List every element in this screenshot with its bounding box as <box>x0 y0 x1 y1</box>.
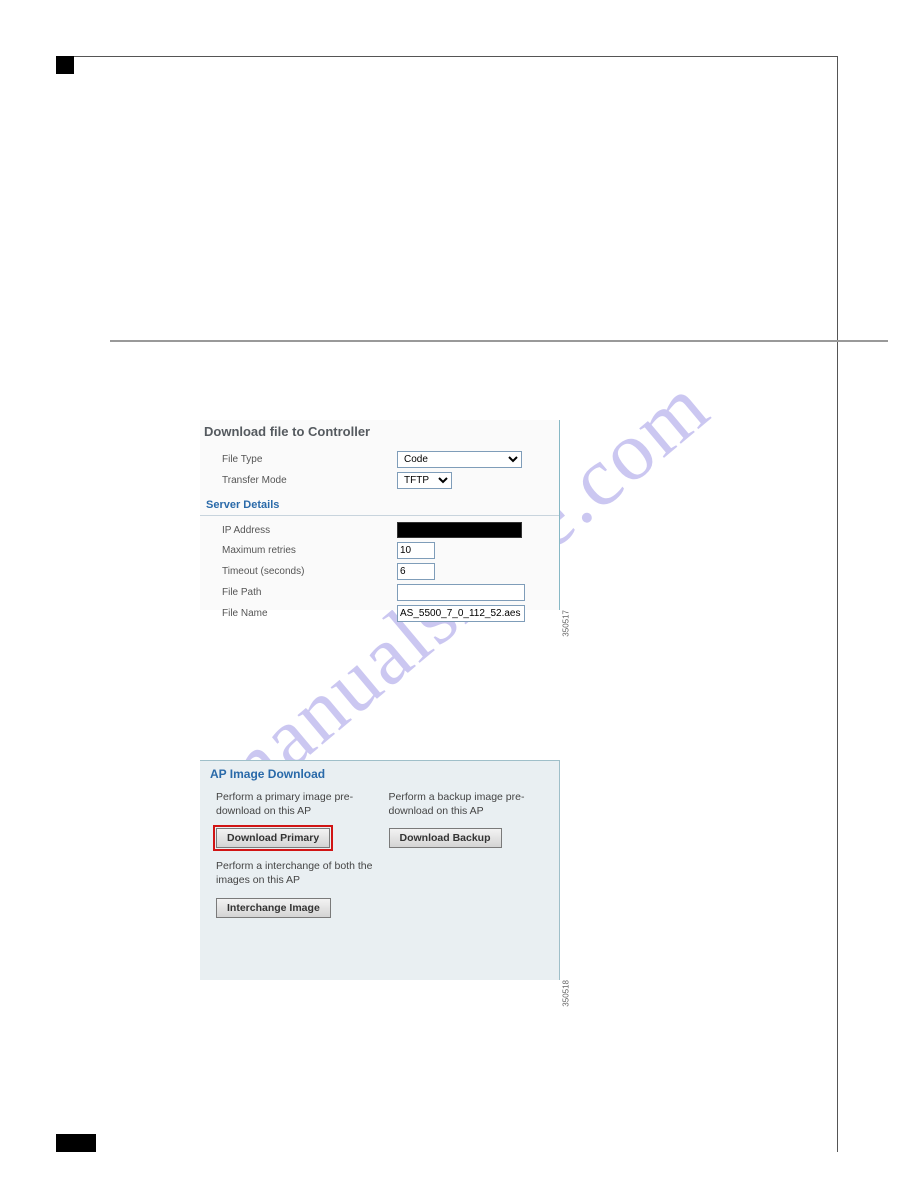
timeout-row: Timeout (seconds) <box>200 561 559 582</box>
file-type-label: File Type <box>222 454 397 465</box>
filepath-label: File Path <box>222 587 397 598</box>
file-type-select[interactable]: Code <box>397 451 522 468</box>
file-type-row: File Type Code <box>200 449 559 470</box>
backup-desc: Perform a backup image pre-download on t… <box>389 791 544 818</box>
ap-panel-title: AP Image Download <box>200 761 559 791</box>
primary-column: Perform a primary image pre-download on … <box>216 791 371 848</box>
interchange-desc: Perform a interchange of both the images… <box>216 860 399 887</box>
download-file-panel: Download file to Controller File Type Co… <box>200 420 560 610</box>
ap-image-download-panel: AP Image Download Perform a primary imag… <box>200 760 560 980</box>
filename-label: File Name <box>222 608 397 619</box>
section-divider <box>110 340 888 342</box>
retries-input[interactable] <box>397 542 435 559</box>
retries-row: Maximum retries <box>200 540 559 561</box>
retries-label: Maximum retries <box>222 545 397 556</box>
screenshot-id-2: 350518 <box>562 980 571 1007</box>
interchange-image-button[interactable]: Interchange Image <box>216 898 331 918</box>
page-right-rule <box>837 56 838 1152</box>
ip-address-redacted <box>397 522 522 538</box>
primary-desc: Perform a primary image pre-download on … <box>216 791 371 818</box>
ip-row: IP Address <box>200 520 559 540</box>
panel-title: Download file to Controller <box>200 420 559 449</box>
interchange-section: Perform a interchange of both the images… <box>200 848 415 917</box>
filename-input[interactable] <box>397 605 525 622</box>
header-marker-block <box>56 56 74 74</box>
ip-label: IP Address <box>222 525 397 536</box>
download-primary-button[interactable]: Download Primary <box>216 828 330 848</box>
filepath-row: File Path <box>200 582 559 603</box>
timeout-input[interactable] <box>397 563 435 580</box>
transfer-mode-select[interactable]: TFTP <box>397 472 452 489</box>
filename-row: File Name <box>200 603 559 624</box>
backup-column: Perform a backup image pre-download on t… <box>389 791 544 848</box>
timeout-label: Timeout (seconds) <box>222 566 397 577</box>
page-top-rule <box>56 56 838 57</box>
transfer-mode-label: Transfer Mode <box>222 475 397 486</box>
download-backup-button[interactable]: Download Backup <box>389 828 502 848</box>
filepath-input[interactable] <box>397 584 525 601</box>
transfer-mode-row: Transfer Mode TFTP <box>200 470 559 491</box>
server-details-heading: Server Details <box>200 491 559 516</box>
screenshot-id-1: 350517 <box>562 610 571 637</box>
page-number-block <box>56 1134 96 1152</box>
